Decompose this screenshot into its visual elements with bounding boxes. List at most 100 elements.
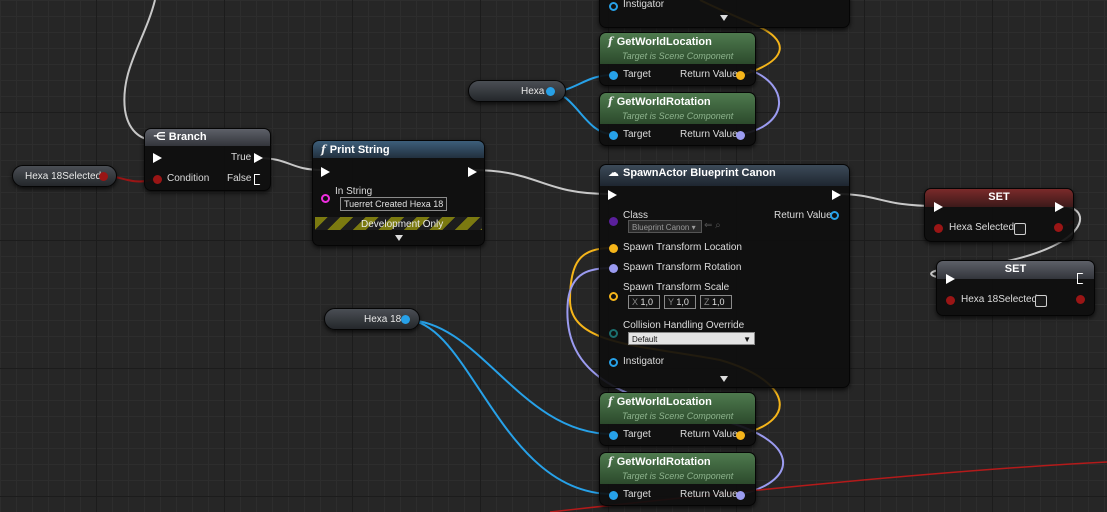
exec-input-pin[interactable] xyxy=(934,202,943,212)
return-value-pin[interactable] xyxy=(736,131,745,140)
exec-output-pin[interactable] xyxy=(832,190,841,200)
bool-input-pin[interactable] xyxy=(946,296,955,305)
spawn-actor-node[interactable]: ☁ SpawnActor Blueprint Canon Class Bluepr… xyxy=(599,164,850,388)
variable-label: Hexa xyxy=(521,86,545,97)
hexa-variable-node[interactable]: Hexa xyxy=(468,80,566,102)
get-world-rotation-node-bottom[interactable]: f GetWorldRotation Target is Scene Compon… xyxy=(599,452,756,506)
object-wire-hexa18-gwr xyxy=(405,319,613,495)
bool-output-pin[interactable] xyxy=(1054,223,1063,232)
true-exec-pin[interactable] xyxy=(254,153,263,163)
return-value-pin[interactable] xyxy=(736,491,745,500)
expand-arrow-icon[interactable] xyxy=(720,376,728,382)
location-pin[interactable] xyxy=(609,244,618,253)
node-title: SpawnActor Blueprint Canon xyxy=(623,167,776,179)
in-string-label: In String xyxy=(335,186,373,197)
y-label: Y xyxy=(668,297,674,307)
class-browse-icons[interactable]: ⇐ ⌕ xyxy=(704,220,721,231)
node-title: GetWorldRotation xyxy=(616,456,711,468)
false-label: False xyxy=(227,173,252,184)
in-string-input[interactable]: Tuerret Created Hexa 18 xyxy=(340,197,448,211)
condition-label: Condition xyxy=(167,173,210,184)
node-title: SET xyxy=(988,191,1010,203)
collision-dropdown[interactable]: Default ▼ xyxy=(628,332,755,345)
class-pin[interactable] xyxy=(609,217,618,226)
exec-input-pin[interactable] xyxy=(321,167,330,177)
scale-y-input[interactable]: Y 1,0 xyxy=(664,295,696,309)
exec-input-pin[interactable] xyxy=(153,153,162,163)
return-value-label: Return Value xyxy=(774,210,832,221)
bool-input-pin[interactable] xyxy=(934,224,943,233)
development-only-label: Development Only xyxy=(361,219,444,230)
class-value: Blueprint Canon xyxy=(632,223,690,232)
condition-pin[interactable] xyxy=(153,175,162,184)
scale-z-input[interactable]: Z 1,0 xyxy=(700,295,732,309)
node-subtitle: Target is Scene Component xyxy=(622,111,734,121)
return-value-pin[interactable] xyxy=(830,211,839,220)
instigator-pin[interactable] xyxy=(609,358,618,367)
target-pin[interactable] xyxy=(609,491,618,500)
node-header: ⋲ Branch xyxy=(145,129,270,146)
exec-wire-print-spawn xyxy=(470,169,611,195)
exec-input-pin[interactable] xyxy=(608,190,617,200)
expand-arrow-icon[interactable] xyxy=(720,15,728,21)
node-header: ☁ SpawnActor Blueprint Canon xyxy=(600,165,849,186)
y-value: 1,0 xyxy=(676,297,689,307)
class-dropdown[interactable]: Blueprint Canon ▾ xyxy=(628,220,702,233)
get-world-location-node-bottom[interactable]: f GetWorldLocation Target is Scene Compon… xyxy=(599,392,756,446)
function-icon: f xyxy=(608,95,613,108)
hexa-selected-checkbox[interactable] xyxy=(1014,223,1026,235)
hexa18selected-variable-node[interactable]: Hexa 18Selected xyxy=(12,165,117,187)
node-title: GetWorldLocation xyxy=(616,36,712,48)
node-header: SET xyxy=(925,189,1073,207)
set-hexa-selected-node[interactable]: SET Hexa Selected xyxy=(924,188,1074,242)
exec-input-pin[interactable] xyxy=(946,274,955,284)
return-label: Return Value xyxy=(680,129,738,140)
exec-output-pin[interactable] xyxy=(468,167,477,177)
get-world-rotation-node[interactable]: f GetWorldRotation Target is Scene Compon… xyxy=(599,92,756,146)
print-string-node[interactable]: f Print String In String Tuerret Created … xyxy=(312,140,485,246)
bool-output-pin[interactable] xyxy=(99,172,108,181)
scale-pin[interactable] xyxy=(609,292,618,301)
branch-node[interactable]: ⋲ Branch True Condition False xyxy=(144,128,271,191)
node-title: Print String xyxy=(329,144,390,156)
target-pin[interactable] xyxy=(609,131,618,140)
rotation-label: Spawn Transform Rotation xyxy=(623,262,742,273)
rotation-pin[interactable] xyxy=(609,264,618,273)
return-value-pin[interactable] xyxy=(736,431,745,440)
hexa18selected-checkbox[interactable] xyxy=(1035,295,1047,307)
node-subtitle: Target is Scene Component xyxy=(622,471,734,481)
instigator-label: Instigator xyxy=(623,0,665,10)
z-label: Z xyxy=(704,297,710,307)
spawn-icon: ☁ xyxy=(608,167,619,179)
hexa-output-pin[interactable] xyxy=(546,87,555,96)
expand-arrow-icon[interactable] xyxy=(395,235,403,241)
target-label: Target xyxy=(623,429,651,440)
spawn-node-partial[interactable]: Instigator xyxy=(599,0,850,28)
return-label: Return Value xyxy=(680,429,738,440)
node-header: f Print String xyxy=(313,141,484,158)
variable-label: Hexa 18 xyxy=(364,314,402,325)
get-world-location-node[interactable]: f GetWorldLocation Target is Scene Compon… xyxy=(599,32,756,86)
scale-x-input[interactable]: X 1,0 xyxy=(628,295,660,309)
exec-output-pin[interactable] xyxy=(1055,202,1064,212)
target-pin[interactable] xyxy=(609,71,618,80)
hexa18-variable-node[interactable]: Hexa 18 xyxy=(324,308,420,330)
collision-pin[interactable] xyxy=(609,329,618,338)
target-pin[interactable] xyxy=(609,431,618,440)
false-exec-pin[interactable] xyxy=(254,174,264,185)
x-label: X xyxy=(632,297,639,307)
set-hexa18selected-node[interactable]: SET Hexa 18Selected xyxy=(936,260,1095,316)
node-header: f GetWorldRotation Target is Scene Compon… xyxy=(600,453,755,484)
branch-icon: ⋲ xyxy=(153,131,166,143)
x-value: 1,0 xyxy=(640,297,654,307)
node-subtitle: Target is Scene Component xyxy=(622,51,734,61)
node-subtitle: Target is Scene Component xyxy=(622,411,734,421)
function-icon: f xyxy=(608,455,613,468)
node-title: GetWorldRotation xyxy=(616,96,711,108)
return-value-pin[interactable] xyxy=(736,71,745,80)
hexa18-output-pin[interactable] xyxy=(401,315,410,324)
in-string-pin[interactable] xyxy=(321,194,330,203)
object-wire-hexa18-gwl xyxy=(405,319,613,435)
instigator-pin[interactable] xyxy=(609,2,618,11)
bool-output-pin[interactable] xyxy=(1076,295,1085,304)
